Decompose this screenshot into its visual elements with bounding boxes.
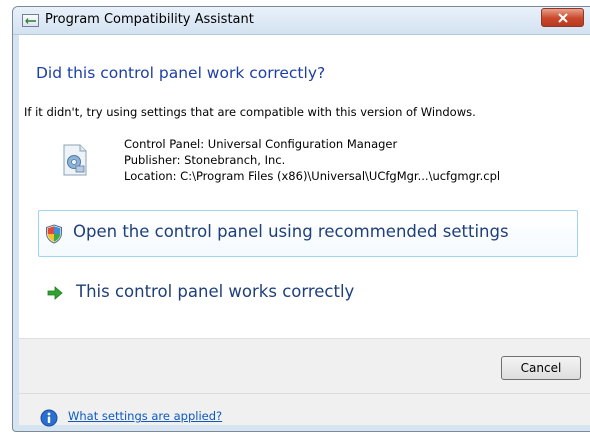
program-compatibility-window: Program Compatibility Assistant Did this… xyxy=(12,6,590,432)
close-button[interactable] xyxy=(541,8,584,27)
footer: What settings are applied? xyxy=(19,393,590,427)
shield-icon xyxy=(45,224,65,244)
info-icon xyxy=(40,409,58,427)
what-settings-applied-link[interactable]: What settings are applied? xyxy=(68,409,222,423)
dialog-heading: Did this control panel work correctly? xyxy=(36,64,326,82)
title-bar[interactable]: Program Compatibility Assistant xyxy=(13,7,590,35)
program-name: Control Panel: Universal Configuration M… xyxy=(124,137,398,151)
program-details: Control Panel: Universal Configuration M… xyxy=(124,136,500,184)
button-bar: Cancel xyxy=(19,338,590,393)
dialog-body: Did this control panel work correctly? I… xyxy=(19,35,590,427)
program-window-icon xyxy=(22,14,39,27)
works-correctly-option[interactable]: This control panel works correctly xyxy=(38,271,578,318)
dialog-description: If it didn't, try using settings that ar… xyxy=(24,105,476,119)
control-panel-icon xyxy=(62,144,88,176)
works-correctly-label: This control panel works correctly xyxy=(76,282,355,301)
cancel-button[interactable]: Cancel xyxy=(501,356,581,380)
green-arrow-icon xyxy=(47,285,67,305)
window-title: Program Compatibility Assistant xyxy=(45,12,254,27)
program-location: Location: C:\Program Files (x86)\Univers… xyxy=(124,169,501,183)
open-recommended-settings-option[interactable]: Open the control panel using recommended… xyxy=(38,210,578,257)
close-icon xyxy=(558,13,568,23)
open-recommended-settings-label: Open the control panel using recommended… xyxy=(73,222,509,241)
program-publisher: Publisher: Stonebranch, Inc. xyxy=(124,153,286,167)
